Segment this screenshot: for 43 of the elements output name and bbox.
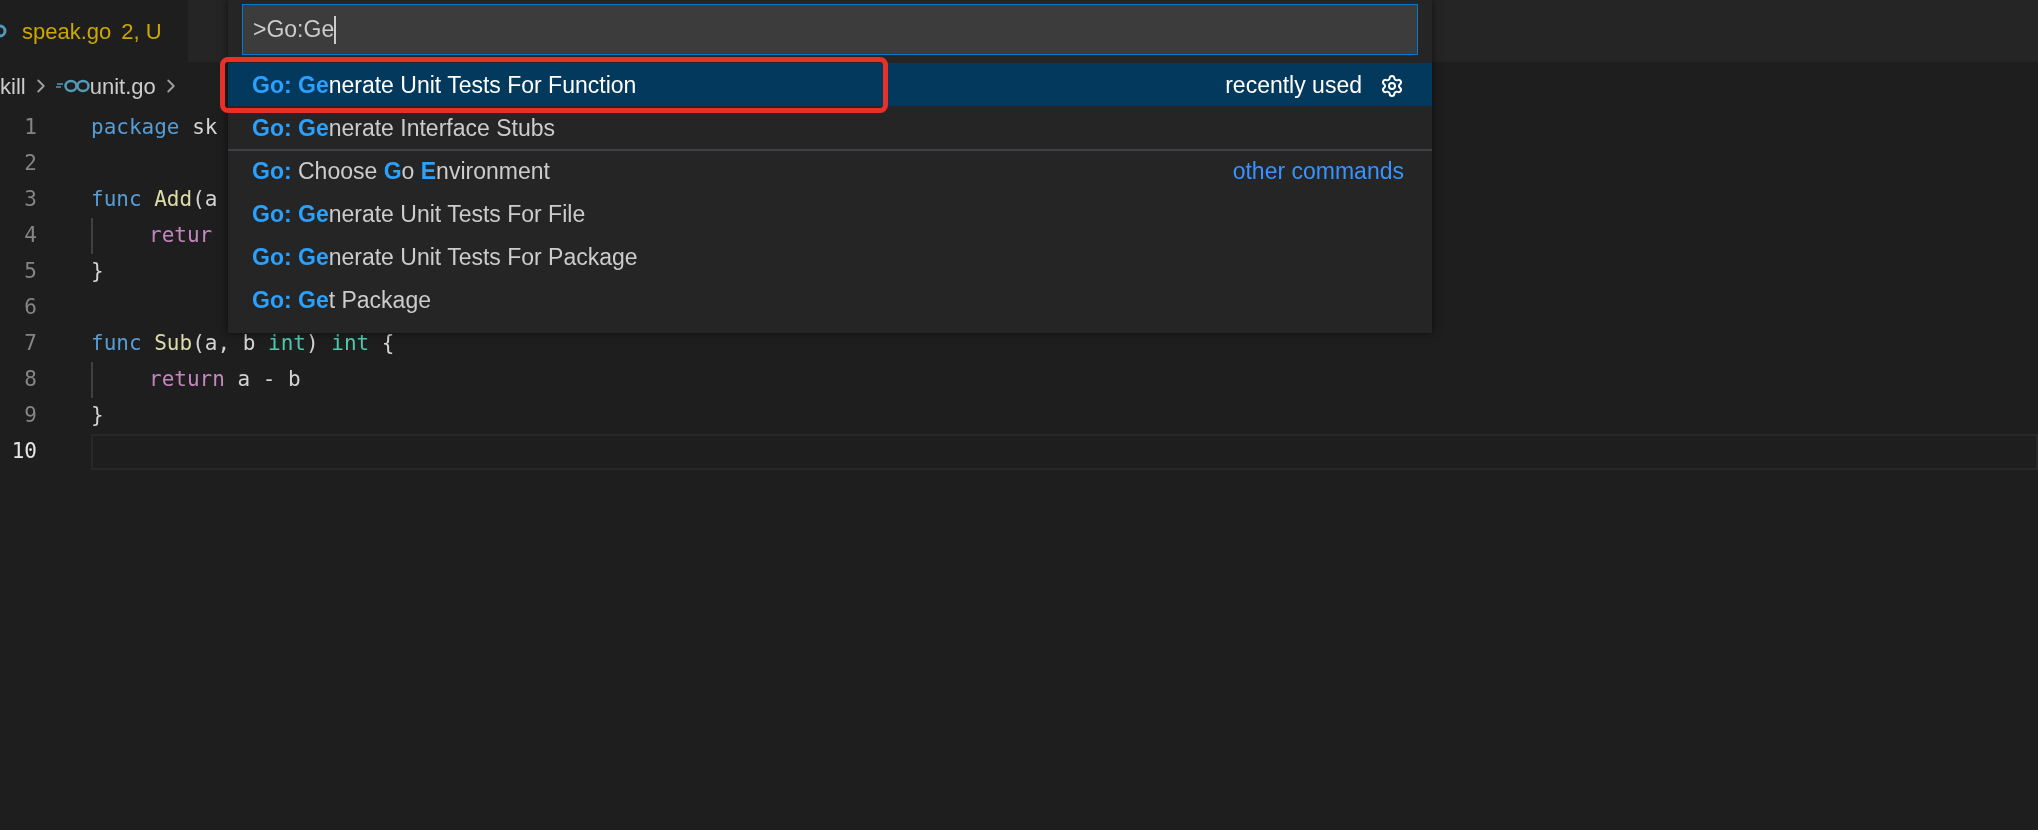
command-item[interactable]: Go: Generate Unit Tests For Function recently used [228, 63, 1432, 106]
line-number: 10 [10, 438, 37, 466]
code-token: func [91, 330, 142, 358]
code-token: { [380, 330, 395, 358]
breadcrumb-item[interactable]: kill [0, 69, 26, 103]
command-item[interactable]: Go: Generate Unit Tests For Package [228, 235, 1432, 278]
line-number: 6 [23, 294, 37, 322]
command-item[interactable]: Go: Get Package [228, 278, 1432, 321]
code-token: return [149, 366, 225, 394]
code-token: package [91, 114, 180, 142]
tab-status: 2, U [121, 17, 162, 46]
code-token: a - b [236, 366, 301, 394]
code-token: Sub [153, 330, 193, 358]
line-number: 7 [23, 330, 37, 358]
code-token: } [91, 258, 104, 286]
breadcrumb-item[interactable]: unit.go [89, 69, 156, 103]
tab-filename: speak.go [22, 17, 112, 46]
command-item[interactable]: Go: Generate Interface Stubs [228, 106, 1432, 149]
settings-icon[interactable] [1380, 73, 1404, 98]
line-number: 9 [23, 402, 37, 430]
command-input[interactable]: >Go:Ge [242, 4, 1418, 55]
line-number: 3 [23, 186, 37, 214]
code-token: ) [305, 330, 320, 358]
code-token: sk [191, 114, 218, 142]
line-number: 5 [23, 258, 37, 286]
editor-tab[interactable]: speak.go 2, U [0, 0, 188, 62]
go-logo-icon [55, 79, 90, 93]
code-token: func [91, 186, 142, 214]
line-number: 4 [23, 222, 37, 250]
command-group-label: other commands [1232, 157, 1404, 187]
command-item[interactable]: Go: Choose Go Environment other commands [228, 149, 1432, 192]
line-number: 8 [23, 366, 37, 394]
code-token: retur [149, 222, 213, 250]
code-token: } [91, 402, 104, 430]
code-token: (a [192, 186, 218, 214]
line-number: 1 [23, 114, 37, 142]
code-token: int [268, 330, 306, 358]
code-token: int [331, 330, 370, 358]
command-group-label: recently used [1225, 71, 1362, 101]
code-token: Add [153, 186, 193, 214]
code-token: (a, b [192, 330, 257, 358]
command-item[interactable]: Go: Generate Unit Tests For File [228, 192, 1432, 235]
line-number: 2 [23, 150, 37, 178]
